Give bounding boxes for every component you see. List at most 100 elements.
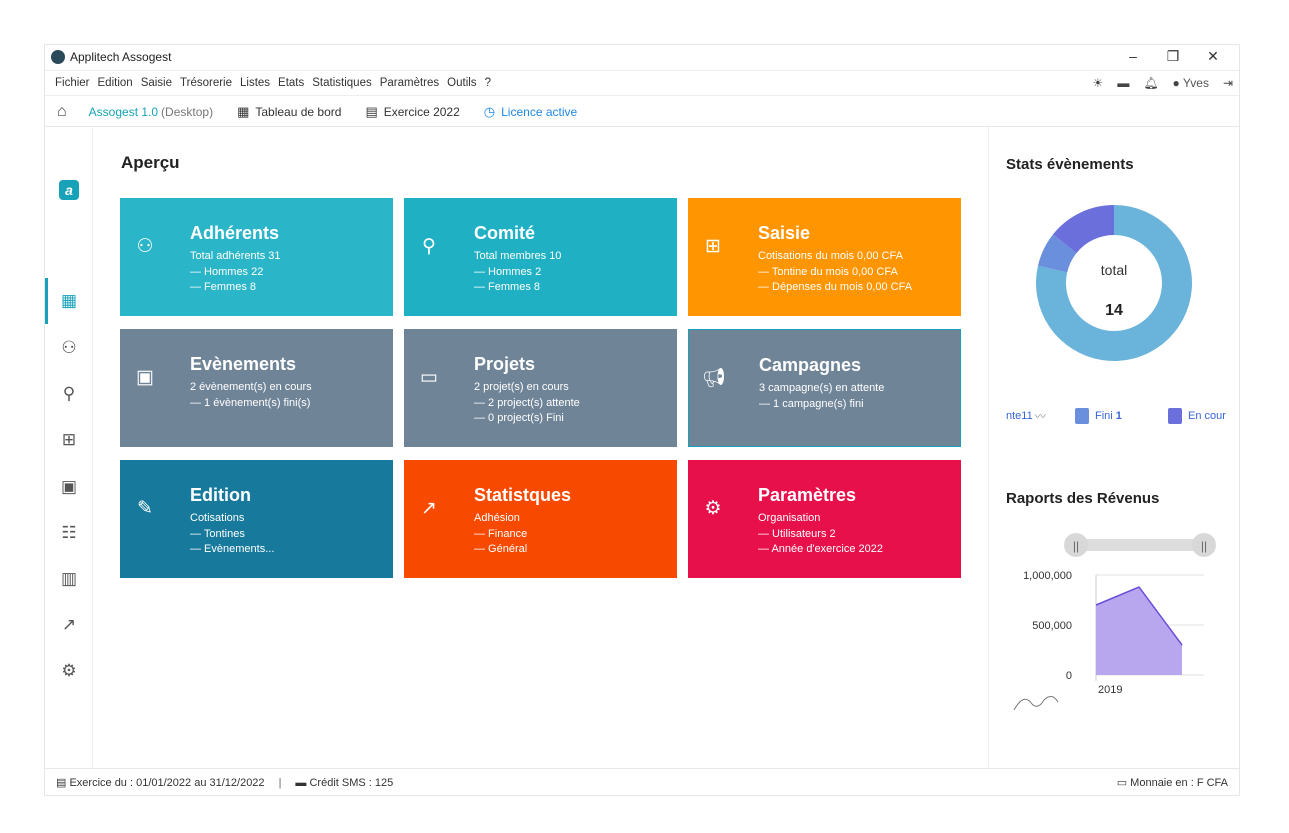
currency-label: Monnaie en : F CFA (1130, 776, 1228, 789)
sidebar-item-committee[interactable]: ⚲ (57, 382, 81, 406)
folder-icon: ▭ (420, 367, 438, 388)
tile-line: — 1 évènement(s) fini(s) (190, 396, 311, 409)
app-brand-logo: a (59, 180, 79, 200)
tile-line: Total membres 10 (474, 250, 562, 262)
sidebar-item-lists[interactable]: ☷ (57, 521, 81, 545)
dashboard-label: Tableau de bord (255, 104, 342, 119)
tile-line: — Hommes 22 (190, 265, 264, 278)
legend-label: Fini (1095, 410, 1113, 422)
legend-count: 1 (1115, 410, 1122, 422)
logout-icon[interactable]: ⇥ (1223, 76, 1233, 90)
theme-toggle-icon[interactable]: ☀ (1093, 76, 1104, 90)
status-separator: | (278, 776, 282, 789)
tile-parametres[interactable]: ⚙ Paramètres Organisation — Utilisateurs… (688, 460, 961, 578)
sms-credit: Crédit SMS : 125 (309, 776, 394, 789)
menu-help[interactable]: ? (485, 77, 491, 89)
menu-bar: Fichier Edition Saisie Trésorerie Listes… (45, 70, 1239, 96)
dashboard-icon: ▦ (237, 103, 250, 119)
restore-button[interactable]: ❐ (1153, 45, 1193, 69)
menu-etats[interactable]: Etats (278, 77, 304, 89)
calendar-icon: ▤ (365, 103, 378, 119)
calculator-icon: ⊞ (61, 430, 77, 449)
menu-parametres[interactable]: Paramètres (380, 77, 439, 89)
tile-details: Total membres 10 — Hommes 2 — Femmes 8 (474, 249, 561, 296)
y-tick-label: 1,000,000 (1023, 570, 1072, 582)
tile-title: Statistques (474, 485, 572, 505)
tile-line: — Tontine du mois 0,00 CFA (758, 265, 898, 278)
legend-count: 11 (1021, 410, 1033, 422)
page-title: Aperçu (121, 153, 180, 172)
tile-title: Campagnes (759, 355, 862, 375)
money-icon: ▭ (1116, 777, 1131, 789)
brand-sub: (Desktop) (161, 104, 214, 119)
tile-title: Adhérents (190, 223, 280, 243)
tile-edition[interactable]: ✎ Edition Cotisations — Tontines — Evène… (120, 460, 393, 578)
sidebar-item-statistics[interactable]: ↗ (57, 613, 81, 637)
tile-adherents[interactable]: ⚇ Adhérents Total adhérents 31 — Hommes … (120, 198, 393, 316)
status-bar: ▤ Exercice du : 01/01/2022 au 31/12/2022… (44, 768, 1240, 796)
sidebar-item-library[interactable]: ▥ (57, 567, 81, 591)
tile-line: 2 évènement(s) en cours (190, 381, 312, 393)
y-tick-label: 0 (1066, 670, 1072, 682)
legend-item-en-cours[interactable]: En cour (1168, 408, 1226, 424)
y-tick-label: 500,000 (1032, 620, 1072, 632)
legend-item-nte[interactable]: nte 11 〰 (1006, 408, 1046, 424)
tile-line: — Année d'exercice 2022 (758, 543, 884, 555)
licence-status[interactable]: ◷ Licence active (484, 104, 577, 120)
user-menu[interactable]: ● Yves (1173, 76, 1209, 90)
tile-saisie[interactable]: ⊞ Saisie Cotisations du mois 0,00 CFA — … (688, 198, 961, 316)
legend-label: En cour (1188, 410, 1226, 422)
sidebar-item-events[interactable]: ▣ (57, 475, 81, 499)
menu-tresorerie[interactable]: Trésorerie (180, 77, 232, 89)
legend-swatch (1168, 408, 1182, 424)
minimize-button[interactable]: – (1113, 45, 1153, 69)
menu-statistiques[interactable]: Statistiques (312, 77, 371, 89)
tile-title: Evènements (190, 354, 297, 374)
sidebar-item-dashboard[interactable]: ▦ (57, 289, 81, 313)
notifications-bell-icon[interactable]: 🔔︎ (1143, 76, 1158, 90)
tile-title: Paramètres (758, 485, 857, 505)
home-icon[interactable]: ⌂ (57, 103, 67, 121)
clock-icon: ◷ (483, 103, 496, 119)
window-controls: – ❐ ✕ (1113, 45, 1233, 69)
tile-details: 3 campagne(s) en attente — 1 campagne(s)… (759, 381, 884, 412)
menu-listes[interactable]: Listes (240, 77, 270, 89)
right-handle-grip-icon: || (1201, 539, 1207, 553)
tile-statistiques[interactable]: ↗ Statistques Adhésion — Finance — Génér… (404, 460, 677, 578)
sidebar-item-members[interactable]: ⚇ (57, 336, 81, 360)
window-title: Applitech Assogest (70, 50, 172, 64)
tile-details: 2 évènement(s) en cours — 1 évènement(s)… (190, 380, 312, 411)
trend-icon: ↗ (421, 498, 437, 519)
range-slider-track[interactable] (1074, 539, 1208, 551)
brand-name: Assogest 1.0 (88, 104, 159, 119)
exercise-link[interactable]: ▤ Exercice 2022 (365, 104, 459, 120)
menu-edition[interactable]: Edition (98, 77, 133, 89)
menu-saisie[interactable]: Saisie (141, 77, 172, 89)
calendar-icon: ▣ (60, 477, 78, 496)
tile-campagnes[interactable]: 📢︎ Campagnes 3 campagne(s) en attente — … (688, 329, 961, 447)
tile-line: — Femmes 8 (474, 281, 541, 293)
messages-icon[interactable]: ▬ (1117, 76, 1129, 90)
sidebar-item-entry[interactable]: ⊞ (57, 428, 81, 452)
sidebar: a ▦ ⚇ ⚲ ⊞ ▣ ☷ ▥ ↗ ⚙ (45, 128, 93, 769)
menu-fichier[interactable]: Fichier (55, 77, 90, 89)
revenue-report-title: Raports des Révenus (1006, 490, 1160, 507)
title-bar: Applitech Assogest – ❐ ✕ (45, 45, 1239, 69)
legend-item-fini[interactable]: Fini 1 (1075, 408, 1122, 424)
tile-line: — Hommes 2 (474, 265, 542, 278)
tile-line: — Dépenses du mois 0,00 CFA (758, 281, 913, 293)
sidebar-item-settings[interactable]: ⚙ (57, 659, 81, 683)
tile-projets[interactable]: ▭ Projets 2 projet(s) en cours — 2 proje… (404, 329, 677, 447)
tile-line: — Tontines (190, 527, 245, 540)
legend-label: nte (1006, 410, 1022, 422)
menu-outils[interactable]: Outils (447, 77, 476, 89)
close-button[interactable]: ✕ (1193, 45, 1233, 69)
committee-icon: ⚲ (62, 384, 76, 403)
tile-line: Cotisations du mois 0,00 CFA (758, 250, 903, 262)
tile-line: Organisation (758, 512, 821, 524)
legend-swatch (1075, 408, 1089, 424)
tile-comite[interactable]: ⚲ Comité Total membres 10 — Hommes 2 — F… (404, 198, 677, 316)
donut-center-total: 14 (1105, 302, 1123, 319)
tile-evenements[interactable]: ▣ Evènements 2 évènement(s) en cours — 1… (120, 329, 393, 447)
dashboard-link[interactable]: ▦ Tableau de bord (237, 104, 341, 120)
